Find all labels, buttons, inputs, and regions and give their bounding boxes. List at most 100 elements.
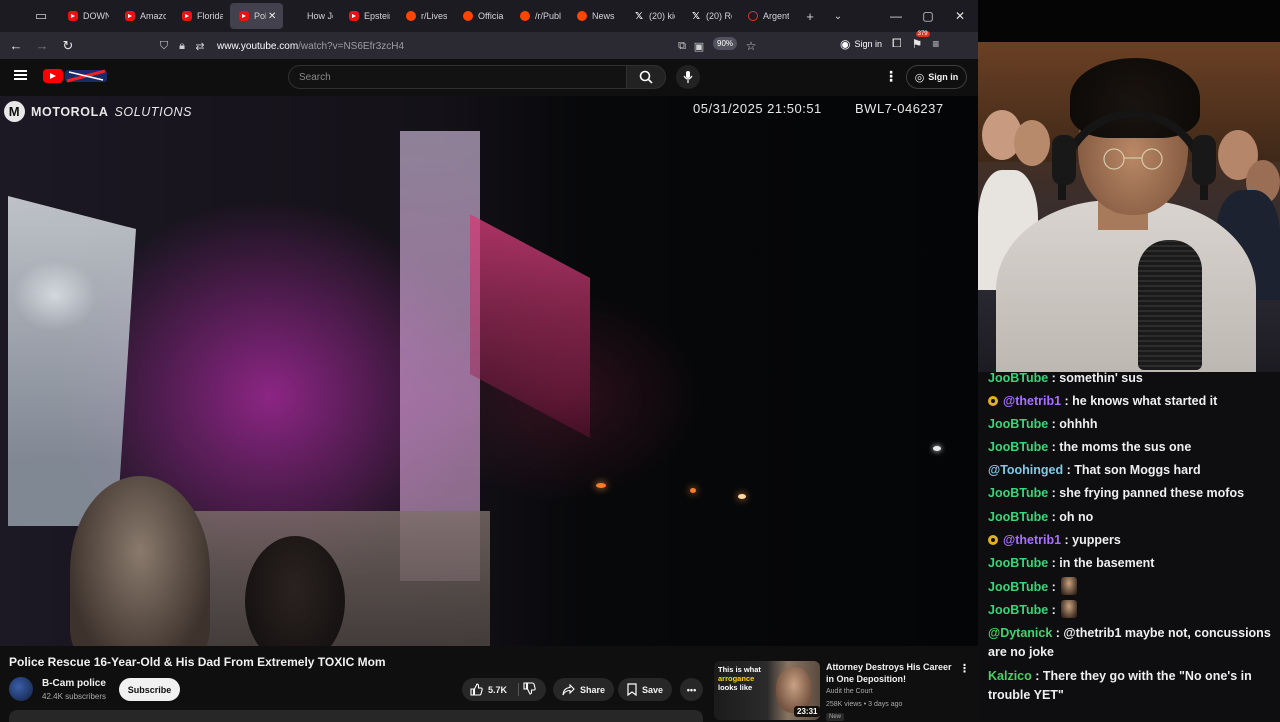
chat-text: the moms the sus one <box>1059 440 1192 454</box>
chat-username[interactable]: JooBTube <box>988 372 1048 385</box>
video-player[interactable]: M MOTOROLA SOLUTIONS 05/31/2025 21:50:51… <box>0 96 978 646</box>
recommendation-duration: 23:31 <box>794 706 821 717</box>
headphone-cup <box>1052 135 1076 185</box>
chat-separator: : <box>1048 417 1060 431</box>
chat-username[interactable]: JooBTube <box>988 440 1048 454</box>
browser-tab[interactable]: Official <box>454 3 511 29</box>
browser-tab[interactable]: r/Lives <box>397 3 454 29</box>
youtube-header: Search ⋮ ◎ Sign in <box>0 59 978 96</box>
chat-username[interactable]: @Dytanick <box>988 626 1052 640</box>
share-arrow-icon <box>562 683 575 695</box>
recommendation-menu-icon[interactable]: ⋮ <box>959 662 970 675</box>
description-box[interactable] <box>9 710 703 722</box>
youtube-icon <box>68 11 78 21</box>
thumbnail-caption-line: looks like <box>718 683 753 692</box>
bookmark-star-icon[interactable]: ☆ <box>742 39 760 53</box>
chat-username[interactable]: JooBTube <box>988 417 1048 431</box>
settings-kebab-icon[interactable]: ⋮ <box>884 68 898 85</box>
maximize-icon[interactable]: ▢ <box>912 9 944 23</box>
chat-message: @thetrib1 : yuppers <box>988 531 1276 550</box>
zoom-level[interactable]: 90% <box>713 37 738 50</box>
reader-view-icon[interactable]: ▣ <box>690 40 708 53</box>
forward-arrow-icon[interactable]: → <box>29 35 55 57</box>
reddit-icon <box>463 11 473 21</box>
minimize-icon[interactable]: — <box>880 9 912 23</box>
tab-label: How Je <box>307 11 333 21</box>
tab-close-icon[interactable]: ✕ <box>268 11 276 22</box>
tab-overflow-chevron-icon[interactable]: ⌄ <box>826 3 850 29</box>
search-button[interactable] <box>626 65 666 89</box>
chat-text: ohhhh <box>1059 417 1098 431</box>
video-distant-light <box>738 494 746 499</box>
chat-username[interactable]: @Toohinged <box>988 463 1063 477</box>
browser-tab[interactable]: Epstein <box>340 3 397 29</box>
chat-username[interactable]: JooBTube <box>988 556 1048 570</box>
browser-tab[interactable]: 𝕏 (20) Re <box>682 3 739 29</box>
browser-tab[interactable]: /r/Publ <box>511 3 568 29</box>
new-tab-icon[interactable]: + <box>798 3 822 29</box>
browser-tab[interactable]: News <box>568 3 625 29</box>
extensions-puzzle-icon[interactable]: ⧠ <box>892 36 902 51</box>
video-title: Police Rescue 16-Year-Old & His Dad From… <box>9 655 386 669</box>
account-signin-button[interactable]: ◉ Sign in <box>840 37 882 51</box>
save-button[interactable]: Save <box>618 678 672 701</box>
chat-username[interactable]: Kalzico <box>988 669 1032 683</box>
search-input[interactable]: Search <box>288 65 627 89</box>
chat-separator: : <box>1061 394 1073 408</box>
chat-message: JooBTube : the moms the sus one <box>988 438 1276 457</box>
voice-search-button[interactable] <box>676 65 700 89</box>
youtube-logo-icon[interactable] <box>43 69 63 83</box>
chat-username[interactable]: JooBTube <box>988 486 1048 500</box>
youtube-signin-label: Sign in <box>928 72 959 82</box>
recommendation-channel[interactable]: Audit the Court <box>826 688 873 695</box>
lock-icon[interactable]: 🔒︎ <box>173 40 191 53</box>
channel-name[interactable]: B-Cam police <box>42 678 106 689</box>
browser-tab[interactable]: DOWN <box>59 3 116 29</box>
permissions-icon[interactable]: ⇄ <box>191 40 209 53</box>
tab-label: News <box>592 11 615 21</box>
thumbnail-caption-line: arrogance <box>718 674 755 683</box>
youtube-doodle-logo[interactable] <box>65 69 107 83</box>
recommendation-title[interactable]: Attorney Destroys His Career in One Depo… <box>826 661 956 685</box>
back-arrow-icon[interactable]: ← <box>3 35 29 57</box>
chat-username[interactable]: JooBTube <box>988 510 1048 524</box>
shield-icon[interactable]: ⛉ <box>155 40 173 53</box>
close-window-icon[interactable]: ✕ <box>944 9 976 23</box>
tab-label: Official <box>478 11 504 21</box>
picture-in-picture-icon[interactable]: ⧉ <box>673 40 691 53</box>
chat-username[interactable]: @thetrib1 <box>1003 394 1061 408</box>
tab-label: Polic <box>254 11 266 21</box>
browser-tab[interactable]: Polic✕ <box>230 3 283 29</box>
browser-tab[interactable]: Florida <box>173 3 230 29</box>
thumbs-down-icon[interactable] <box>523 682 536 695</box>
chat-separator: : <box>1063 463 1075 477</box>
chat-separator: : <box>1048 510 1060 524</box>
chat-username[interactable]: JooBTube <box>988 580 1048 594</box>
youtube-signin-button[interactable]: ◎ Sign in <box>906 65 967 89</box>
browser-tab[interactable]: Argent <box>739 3 796 29</box>
chat-separator: : <box>1048 556 1060 570</box>
browser-tab[interactable]: 𝕏 (20) kid <box>625 3 682 29</box>
reload-icon[interactable]: ↻ <box>55 35 81 57</box>
chat-username[interactable]: @thetrib1 <box>1003 533 1061 547</box>
channel-avatar[interactable] <box>9 677 33 701</box>
bodycam-device-id: BWL7-046237 <box>855 101 944 116</box>
share-button[interactable]: Share <box>553 678 614 701</box>
extension-badge-icon[interactable]: ⚑ 379 <box>912 30 930 51</box>
menu-hamburger-icon[interactable]: ≡ <box>932 37 939 51</box>
chat-emote-icon <box>1061 577 1078 595</box>
motorola-logo-icon: M <box>4 101 25 122</box>
chat-username[interactable]: JooBTube <box>988 603 1048 617</box>
browser-tab[interactable]: How Je <box>283 3 340 29</box>
browser-tab[interactable]: Amazo <box>116 3 173 29</box>
thumbs-up-icon <box>470 683 483 696</box>
tab-label: Amazo <box>140 11 166 21</box>
guide-menu-icon[interactable] <box>14 70 27 80</box>
tab-list-icon[interactable]: ▭ <box>27 4 55 28</box>
more-actions-button[interactable]: ••• <box>680 678 703 701</box>
subscribe-button[interactable]: Subscribe <box>119 678 180 701</box>
url-text[interactable]: www.youtube.com/watch?v=NS6Efr3zcH4 <box>217 41 404 52</box>
recommendation-meta: 258K views • 3 days ago <box>826 701 903 708</box>
reddit-icon <box>520 11 530 21</box>
argentina-icon <box>748 11 758 21</box>
